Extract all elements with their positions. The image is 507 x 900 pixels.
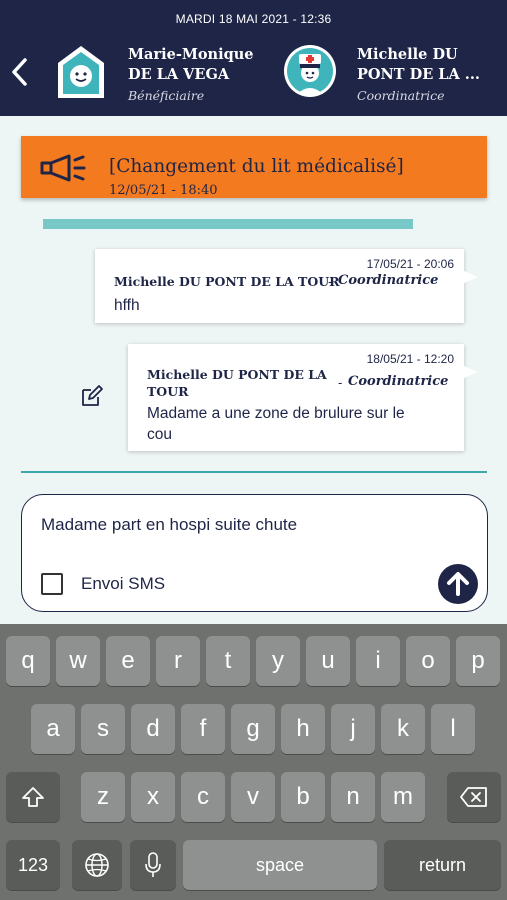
sms-label[interactable]: Envoi SMS <box>81 574 165 594</box>
message-input[interactable]: Madame part en hospi suite chute <box>41 515 297 535</box>
message-author: Michelle DU PONT DE LA TOUR <box>114 274 340 289</box>
backspace-icon <box>460 787 487 807</box>
key-t[interactable]: t <box>206 636 250 686</box>
key-u[interactable]: u <box>306 636 350 686</box>
onscreen-keyboard: q w e r t y u i o p a s d f g h j k l z … <box>0 624 507 900</box>
key-d[interactable]: d <box>131 704 175 754</box>
key-y[interactable]: y <box>256 636 300 686</box>
message-text-line2: cou <box>147 426 172 443</box>
key-a[interactable]: a <box>31 704 75 754</box>
key-k[interactable]: k <box>381 704 425 754</box>
key-s[interactable]: s <box>81 704 125 754</box>
shift-icon <box>22 787 44 807</box>
key-m[interactable]: m <box>381 772 425 822</box>
app-header: MARDI 18 MAI 2021 - 12:36 Marie-Monique … <box>0 0 507 116</box>
message-author-line1: Michelle DU PONT DE LA <box>147 367 327 382</box>
key-p[interactable]: p <box>456 636 500 686</box>
key-q[interactable]: q <box>6 636 50 686</box>
status-datetime: MARDI 18 MAI 2021 - 12:36 <box>175 12 332 26</box>
composer-divider <box>21 471 487 473</box>
beneficiary-role: Bénéficiaire <box>128 88 205 103</box>
coordinator-name-line2: PONT DE LA ... <box>357 66 480 83</box>
message-bubble[interactable]: 17/05/21 - 20:06 Michelle DU PONT DE LA … <box>95 249 478 323</box>
key-v[interactable]: v <box>231 772 275 822</box>
message-text: hffh <box>114 297 140 314</box>
conversation-area[interactable]: [Changement du lit médicalisé] 12/05/21 … <box>0 116 507 624</box>
sms-checkbox[interactable] <box>41 573 63 595</box>
key-i[interactable]: i <box>356 636 400 686</box>
message-bubble[interactable]: 18/05/21 - 12:20 Michelle DU PONT DE LA … <box>128 344 478 451</box>
globe-icon <box>85 853 109 877</box>
message-author-role: Coordinatrice <box>338 273 439 288</box>
key-z[interactable]: z <box>81 772 125 822</box>
key-b[interactable]: b <box>281 772 325 822</box>
key-r[interactable]: r <box>156 636 200 686</box>
bubble-tail <box>464 271 478 283</box>
key-o[interactable]: o <box>406 636 450 686</box>
microphone-key[interactable] <box>130 840 176 890</box>
key-j[interactable]: j <box>331 704 375 754</box>
coordinator-info: Michelle DU PONT DE LA ... Coordinatrice <box>357 45 502 103</box>
message-author-line2: TOUR <box>147 384 189 399</box>
beneficiary-name-line1: Marie-Monique <box>128 46 254 63</box>
megaphone-icon <box>40 154 86 182</box>
message-datetime: 18/05/21 - 12:20 <box>366 352 454 366</box>
separator-bar <box>43 219 413 229</box>
back-button[interactable] <box>8 55 32 89</box>
space-key[interactable]: space <box>183 840 377 890</box>
event-datetime: 12/05/21 - 18:40 <box>109 183 218 198</box>
message-composer[interactable]: Madame part en hospi suite chute Envoi S… <box>21 494 488 612</box>
numbers-key[interactable]: 123 <box>6 840 60 890</box>
shift-key[interactable] <box>6 772 60 822</box>
key-f[interactable]: f <box>181 704 225 754</box>
nurse-avatar-icon[interactable] <box>283 44 337 98</box>
event-title: [Changement du lit médicalisé] <box>109 156 404 177</box>
message-text-line1: Madame a une zone de brulure sur le <box>147 405 405 422</box>
back-chevron-icon <box>12 58 27 86</box>
key-x[interactable]: x <box>131 772 175 822</box>
globe-key[interactable] <box>72 840 122 890</box>
key-h[interactable]: h <box>281 704 325 754</box>
backspace-key[interactable] <box>447 772 501 822</box>
send-arrow-icon <box>447 572 469 596</box>
key-l[interactable]: l <box>431 704 475 754</box>
coordinator-name-line1: Michelle DU <box>357 46 458 63</box>
beneficiary-info: Marie-Monique DE LA VEGA Bénéficiaire <box>128 45 268 103</box>
message-separator: - <box>338 375 343 390</box>
message-datetime: 17/05/21 - 20:06 <box>366 257 454 271</box>
message-separator: - <box>328 274 333 289</box>
microphone-icon <box>145 852 161 877</box>
key-c[interactable]: c <box>181 772 225 822</box>
key-e[interactable]: e <box>106 636 150 686</box>
event-card[interactable]: [Changement du lit médicalisé] 12/05/21 … <box>21 136 487 198</box>
key-n[interactable]: n <box>331 772 375 822</box>
bubble-tail <box>464 366 478 378</box>
send-button[interactable] <box>438 564 478 604</box>
coordinator-role: Coordinatrice <box>357 88 445 103</box>
return-key[interactable]: return <box>384 840 501 890</box>
message-author-role: Coordinatrice <box>348 374 449 389</box>
house-face-icon[interactable] <box>55 43 107 101</box>
beneficiary-name-line2: DE LA VEGA <box>128 66 230 83</box>
key-g[interactable]: g <box>231 704 275 754</box>
edit-icon[interactable] <box>80 384 104 408</box>
key-w[interactable]: w <box>56 636 100 686</box>
